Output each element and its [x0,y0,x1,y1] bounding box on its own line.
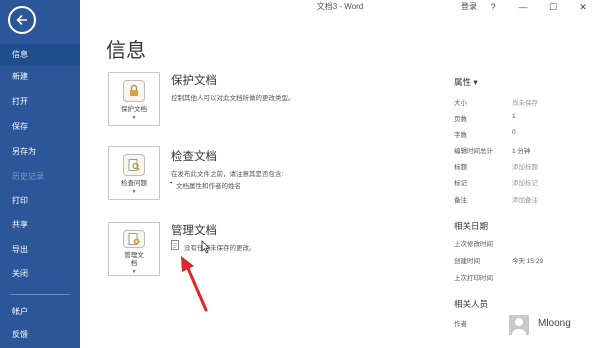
manage-description: 没有任何未保存的更改。 [184,245,256,252]
author-label: 作者 [454,321,467,328]
avatar[interactable] [509,315,529,335]
page-title: 信息 [106,38,146,62]
nav-close[interactable]: 关闭 [0,263,80,285]
prop-comments-label: 备注 [454,197,467,204]
prop-words-value: 0 [512,129,516,136]
created-value: 今天 15:29 [512,258,544,265]
minimize-button[interactable]: — [512,0,534,14]
chevron-down-icon: ▼ [131,115,137,121]
lock-icon [123,80,145,102]
close-window-button[interactable]: ✕ [572,0,594,14]
chevron-down-icon: ▼ [131,189,137,195]
related-dates-heading: 相关日期 [454,221,489,231]
prop-edit-time-value: 1 分钟 [512,148,531,155]
properties-dropdown[interactable]: 属性 ▾ [454,76,478,88]
prop-words-label: 字数 [454,132,467,139]
nav-share[interactable]: 共享 [0,214,80,236]
sign-in-link[interactable]: 登录 [461,1,477,12]
manage-tile-label: 管理文档 [124,252,144,267]
nav-account[interactable]: 帐户 [0,301,80,323]
nav-save[interactable]: 保存 [0,116,80,138]
prop-pages-value: 1 [512,113,516,120]
inspect-heading: 检查文档 [171,151,217,163]
back-arrow-icon [16,14,27,26]
prop-size-value: 尚未保存 [512,100,538,107]
nav-save-as[interactable]: 另存为 [0,141,80,163]
backstage-sidebar: 信息 新建 打开 保存 另存为 历史记录 打印 共享 导出 关闭 帐户 反馈 [0,0,80,348]
prop-title-input[interactable]: 添加标题 [512,161,538,171]
title-bar: 文档3 - Word 登录 ? — ☐ ✕ [80,0,600,16]
prop-edit-time-label: 编辑时间总计 [454,148,493,155]
protect-tile-label: 保护文档 [121,106,147,113]
inspect-bullet: 文档属性和作者的姓名 [170,180,241,190]
last-modified-label: 上次修改时间 [454,241,493,248]
nav-open[interactable]: 打开 [0,91,80,113]
inspect-description: 在发布此文件之前，请注意其是否包含: [171,171,284,178]
nav-info[interactable]: 信息 [0,44,80,66]
check-for-issues-button[interactable]: 检查问题 ▼ [108,146,160,200]
prop-pages-label: 页数 [454,116,467,123]
inspect-tile-label: 检查问题 [121,180,147,187]
nav-history: 历史记录 [12,172,44,181]
document-icon [171,240,179,250]
nav-export[interactable]: 导出 [0,239,80,261]
manage-document-icon [123,230,145,248]
prop-title-label: 标题 [454,164,467,171]
window-title: 文档3 - Word [316,2,364,11]
chevron-down-icon: ▼ [131,269,137,275]
manage-heading: 管理文档 [171,225,217,237]
prop-size-label: 大小 [454,100,467,107]
created-label: 创建时间 [454,258,480,265]
protect-heading: 保护文档 [171,75,217,87]
nav-feedback[interactable]: 反馈 [0,324,80,346]
protect-description: 控制其他人可以对此文档所做的更改类型。 [171,95,295,102]
nav-print[interactable]: 打印 [0,190,80,212]
help-button[interactable]: ? [482,0,504,14]
back-button[interactable] [8,6,36,34]
manage-document-button[interactable]: 管理文档 ▼ [108,222,160,276]
maximize-button[interactable]: ☐ [542,0,564,14]
related-people-heading: 相关人员 [454,299,489,309]
annotation-arrow [181,256,208,312]
prop-comments-input[interactable]: 添加备注 [512,194,538,204]
prop-tags-label: 标记 [454,180,467,187]
prop-tags-input[interactable]: 添加标记 [512,177,538,187]
sidebar-divider [10,294,70,295]
protect-document-button[interactable]: 保护文档 ▼ [108,72,160,126]
inspect-icon [123,154,145,176]
author-name[interactable]: Mloong [538,318,571,329]
last-printed-label: 上次打印时间 [454,275,493,282]
nav-new[interactable]: 新建 [0,66,80,88]
